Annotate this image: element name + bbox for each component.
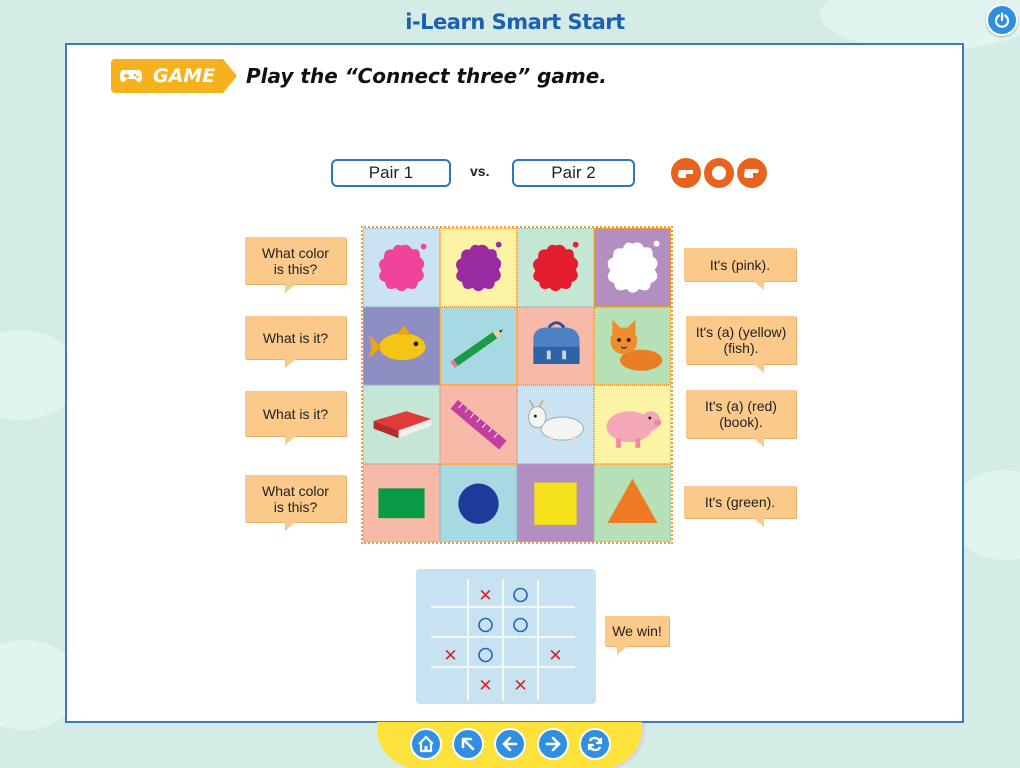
board-cell-pencil[interactable] xyxy=(440,306,517,385)
circle-mark xyxy=(513,617,528,633)
back-button[interactable] xyxy=(494,728,526,760)
circle-mark xyxy=(478,617,493,633)
board-cell-red-paint[interactable] xyxy=(517,228,594,307)
pink-ruler-icon xyxy=(450,399,507,450)
versus-label: vs. xyxy=(470,163,490,179)
cross-mark: ✕ xyxy=(443,646,457,666)
green-rectangle-icon xyxy=(378,487,425,518)
circle-mark xyxy=(513,587,528,603)
red-book-icon xyxy=(373,411,432,439)
board-cell-white-paint[interactable] xyxy=(594,228,671,307)
menu-button[interactable] xyxy=(452,728,484,760)
board-cell-pig[interactable] xyxy=(594,385,671,464)
home-button[interactable] xyxy=(410,728,442,760)
white-paint-splat-icon xyxy=(607,240,660,293)
we-win-bubble: We win! xyxy=(605,616,669,655)
pair-2-label: Pair 2 xyxy=(512,159,635,187)
forward-button[interactable] xyxy=(537,728,569,760)
board-cell-blue-circle[interactable] xyxy=(440,463,517,542)
answer-bubble: It's (a) (yellow) (fish). xyxy=(686,316,796,373)
hand-fist-icon xyxy=(704,158,734,188)
home-icon xyxy=(418,735,434,753)
board-cell-orange-triangle[interactable] xyxy=(594,463,671,542)
board-cell-pink-paint[interactable] xyxy=(363,228,440,307)
pair-1-label: Pair 1 xyxy=(331,159,451,187)
game-badge-tip xyxy=(223,59,237,93)
gamepad-icon xyxy=(111,59,151,93)
question-bubble: What is it? xyxy=(245,391,346,445)
app-title: i-Learn Smart Start xyxy=(405,10,625,34)
refresh-icon xyxy=(587,736,603,752)
blue-schoolbag-icon xyxy=(533,320,580,364)
question-bubble: What color is this? xyxy=(245,237,346,293)
cross-mark: ✕ xyxy=(548,646,562,666)
power-button[interactable] xyxy=(986,4,1018,36)
bottom-navigation-bar xyxy=(377,722,642,768)
game-board xyxy=(361,226,673,544)
cross-mark: ✕ xyxy=(478,676,492,696)
forward-arrow-icon xyxy=(545,736,561,752)
answer-text: It's (a) (yellow) (fish). xyxy=(695,324,787,356)
question-text: What is it? xyxy=(262,329,329,346)
question-text: What color is this? xyxy=(262,482,329,515)
white-goat-icon xyxy=(528,399,584,452)
tic-tac-toe-lines xyxy=(431,579,575,701)
orange-triangle-icon xyxy=(607,478,658,523)
question-bubble: What is it? xyxy=(245,316,346,368)
red-paint-splat-icon xyxy=(533,241,579,292)
answer-text: It's (pink). xyxy=(709,256,771,273)
pink-paint-splat-icon xyxy=(379,243,427,292)
blue-circle-icon xyxy=(458,483,499,524)
board-cell-goat[interactable] xyxy=(517,385,594,464)
question-text: What is it? xyxy=(262,405,329,422)
board-cell-schoolbag[interactable] xyxy=(517,306,594,385)
cross-mark: ✕ xyxy=(478,586,492,606)
tic-tac-toe-example: ✕ ✕ ✕ ✕ ✕ xyxy=(416,569,596,704)
pink-pig-icon xyxy=(606,411,662,448)
answer-bubble: It's (a) (red) (book). xyxy=(686,390,796,447)
back-arrow-icon xyxy=(502,736,518,752)
game-badge: GAME xyxy=(111,57,242,95)
green-pencil-icon xyxy=(450,329,503,368)
yellow-square-icon xyxy=(534,482,577,525)
we-win-text: We win! xyxy=(612,623,662,639)
answer-text: It's (a) (red) (book). xyxy=(705,398,777,430)
answer-bubble: It's (green). xyxy=(684,486,796,527)
game-badge-label: GAME xyxy=(151,59,223,93)
activity-instruction: Play the “Connect three” game. xyxy=(246,64,607,88)
hand-point-icon xyxy=(737,158,767,188)
refresh-button[interactable] xyxy=(579,728,611,760)
board-cell-yellow-square[interactable] xyxy=(517,463,594,542)
board-cell-book[interactable] xyxy=(363,385,440,464)
hand-point-icon xyxy=(671,158,701,188)
yellow-fish-icon xyxy=(368,325,426,360)
cross-mark: ✕ xyxy=(513,676,527,696)
answer-bubble: It's (pink). xyxy=(684,248,796,290)
tic-tac-toe-grid: ✕ ✕ ✕ ✕ ✕ xyxy=(431,579,575,701)
board-cell-cat[interactable] xyxy=(594,306,671,385)
board-cell-fish[interactable] xyxy=(363,306,440,385)
circle-mark xyxy=(478,647,493,663)
question-bubble: What color is this? xyxy=(245,475,346,531)
board-cell-green-rectangle[interactable] xyxy=(363,463,440,542)
question-text: What color is this? xyxy=(262,244,329,277)
purple-paint-splat-icon xyxy=(456,241,502,292)
board-cell-ruler[interactable] xyxy=(440,385,517,464)
power-icon xyxy=(994,12,1010,28)
answer-text: It's (green). xyxy=(704,494,776,510)
orange-cat-icon xyxy=(610,319,663,371)
up-left-icon xyxy=(461,737,475,751)
board-cell-purple-paint[interactable] xyxy=(440,228,517,307)
